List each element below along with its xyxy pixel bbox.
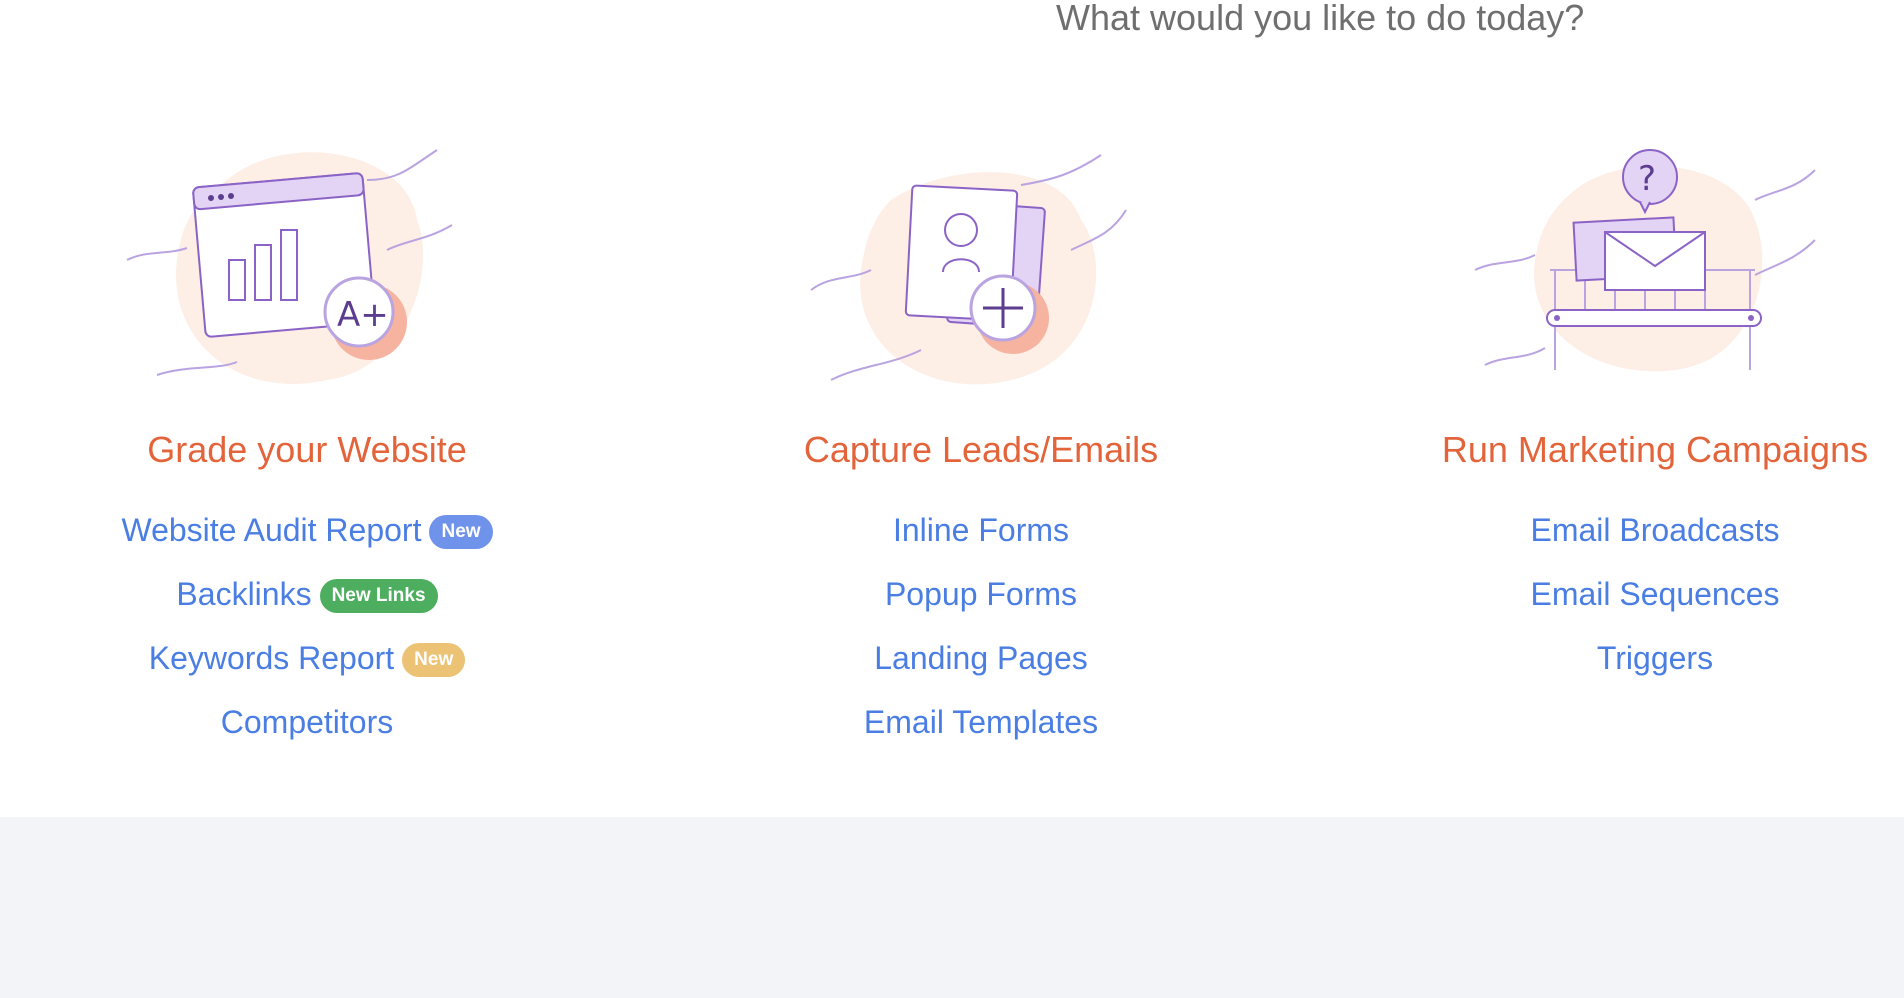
new-badge: New bbox=[402, 643, 466, 677]
page-heading: What would you like to do today? bbox=[1056, 0, 1585, 38]
landing-pages-link[interactable]: Landing Pages bbox=[874, 640, 1088, 676]
list-item: Inline Forms bbox=[641, 510, 1321, 574]
column-grade-website: A+ Grade your Website Website Audit Repo… bbox=[0, 140, 647, 740]
competitors-link[interactable]: Competitors bbox=[221, 704, 394, 740]
dashboard-page: What would you like to do today? A+ Grad… bbox=[0, 0, 1904, 998]
svg-text:?: ? bbox=[1638, 159, 1656, 199]
marketing-campaigns-links: Email Broadcasts Email Sequences Trigger… bbox=[1315, 510, 1904, 702]
keywords-report-link[interactable]: Keywords Report bbox=[149, 640, 394, 676]
inline-forms-link[interactable]: Inline Forms bbox=[893, 512, 1069, 548]
triggers-link[interactable]: Triggers bbox=[1597, 640, 1713, 676]
website-grade-illustration: A+ bbox=[126, 149, 453, 384]
list-item: Website Audit Report New bbox=[0, 510, 647, 574]
email-sequences-link[interactable]: Email Sequences bbox=[1530, 576, 1779, 612]
list-item: Backlinks New Links bbox=[0, 574, 647, 638]
column-marketing-campaigns: ? Run Marketing Campaigns Email Broadcas… bbox=[1315, 140, 1904, 676]
list-item: Email Broadcasts bbox=[1315, 510, 1904, 574]
capture-leads-title: Capture Leads/Emails bbox=[803, 429, 1159, 470]
email-broadcasts-link[interactable]: Email Broadcasts bbox=[1531, 512, 1780, 548]
column-capture-leads: Capture Leads/Emails Inline Forms Popup … bbox=[641, 140, 1321, 740]
new-links-badge: New Links bbox=[319, 579, 438, 613]
marketing-campaigns-title: Run Marketing Campaigns bbox=[1441, 429, 1869, 470]
list-item: Email Sequences bbox=[1315, 574, 1904, 638]
grade-website-title: Grade your Website bbox=[147, 429, 467, 470]
website-audit-report-link[interactable]: Website Audit Report bbox=[121, 512, 421, 548]
marketing-campaigns-illustration: ? bbox=[1474, 149, 1816, 372]
footer-band bbox=[0, 817, 1904, 998]
grade-website-links: Website Audit Report New Backlinks New Lin… bbox=[0, 510, 647, 766]
email-templates-link[interactable]: Email Templates bbox=[864, 704, 1098, 740]
capture-leads-illustration bbox=[810, 154, 1127, 385]
list-item: Popup Forms bbox=[641, 574, 1321, 638]
list-item: Competitors bbox=[0, 702, 647, 766]
new-badge: New bbox=[429, 515, 493, 549]
list-item: Triggers bbox=[1315, 638, 1904, 702]
list-item: Landing Pages bbox=[641, 638, 1321, 702]
list-item: Keywords Report New bbox=[0, 638, 647, 702]
list-item: Email Templates bbox=[641, 702, 1321, 766]
capture-leads-links: Inline Forms Popup Forms Landing Pages E… bbox=[641, 510, 1321, 766]
svg-text:A+: A+ bbox=[337, 295, 389, 335]
backlinks-link[interactable]: Backlinks bbox=[176, 576, 311, 612]
popup-forms-link[interactable]: Popup Forms bbox=[885, 576, 1077, 612]
